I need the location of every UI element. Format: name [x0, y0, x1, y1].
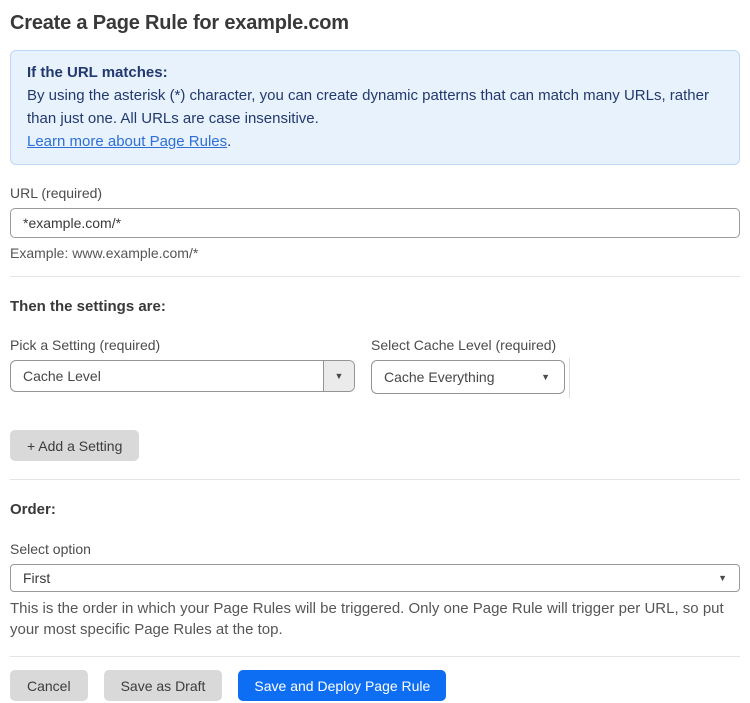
- form-actions: Cancel Save as Draft Save and Deploy Pag…: [10, 670, 740, 701]
- info-box-heading: If the URL matches:: [27, 64, 168, 81]
- url-input[interactable]: [10, 208, 740, 238]
- link-suffix: .: [227, 133, 232, 150]
- chevron-down-icon: ▼: [718, 572, 727, 583]
- divider: [10, 656, 740, 657]
- chevron-down-icon: ▼: [334, 370, 344, 381]
- save-as-draft-button[interactable]: Save as Draft: [103, 670, 223, 701]
- page-title: Create a Page Rule for example.com: [10, 12, 349, 34]
- setting-picker-label: Pick a Setting (required): [10, 337, 161, 353]
- order-hint: This is the order in which your Page Rul…: [10, 600, 724, 638]
- setting-picker-caret-button[interactable]: ▼: [323, 361, 354, 391]
- settings-row: Pick a Setting (required) Cache Level ▼ …: [10, 337, 740, 398]
- divider: [10, 479, 740, 480]
- cache-level-value: Cache Everything: [384, 369, 495, 385]
- info-box-body: By using the asterisk (*) character, you…: [27, 87, 709, 127]
- url-label: URL (required): [10, 185, 103, 201]
- settings-heading: Then the settings are:: [10, 298, 166, 315]
- learn-more-link[interactable]: Learn more about Page Rules: [27, 133, 227, 150]
- order-select-label: Select option: [10, 541, 91, 557]
- setting-column-divider: [569, 358, 570, 398]
- divider: [10, 276, 740, 277]
- cache-level-label: Select Cache Level (required): [371, 337, 557, 353]
- info-box-link-line: Learn more about Page Rules.: [27, 130, 723, 153]
- save-and-deploy-button[interactable]: Save and Deploy Page Rule: [238, 670, 447, 701]
- setting-picker-column: Pick a Setting (required) Cache Level ▼: [10, 337, 355, 392]
- chevron-down-icon: ▼: [541, 371, 550, 382]
- cancel-button[interactable]: Cancel: [10, 670, 88, 701]
- setting-picker-value: Cache Level: [23, 368, 101, 384]
- cache-level-column: Select Cache Level (required) Cache Ever…: [371, 337, 565, 394]
- order-select-value: First: [23, 570, 51, 586]
- add-setting-button[interactable]: + Add a Setting: [10, 430, 140, 461]
- order-heading: Order:: [10, 501, 56, 518]
- url-match-info-box: If the URL matches: By using the asteris…: [10, 50, 740, 165]
- create-page-rule-form: Create a Page Rule for example.com If th…: [0, 12, 750, 701]
- cache-level-select[interactable]: Cache Everything ▼: [371, 360, 565, 394]
- url-example-hint: Example: www.example.com/*: [10, 245, 199, 261]
- order-select[interactable]: First ▼: [10, 564, 740, 592]
- setting-picker-select[interactable]: Cache Level ▼: [10, 360, 355, 392]
